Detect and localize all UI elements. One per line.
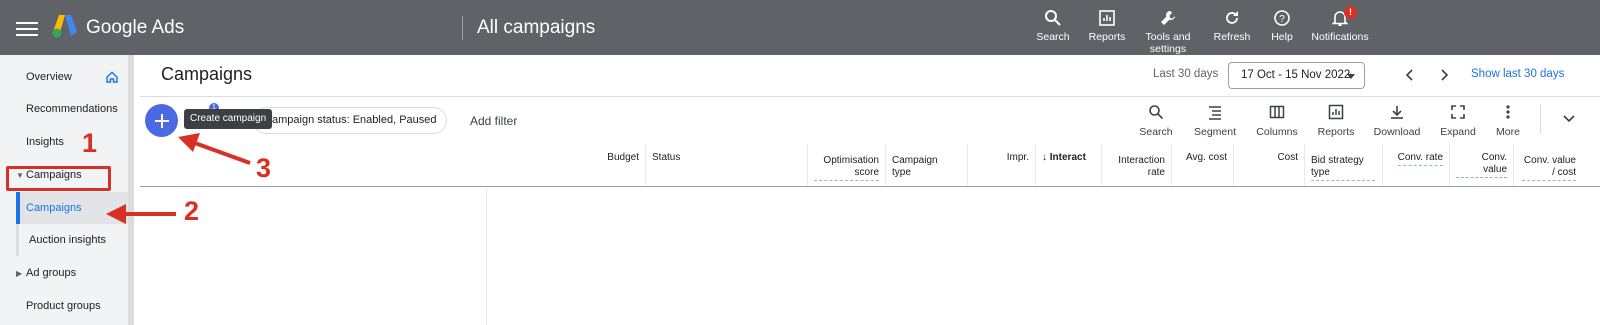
search-icon bbox=[1149, 105, 1164, 120]
help-icon: ? bbox=[1274, 10, 1290, 26]
column-header-budget[interactable]: Budget bbox=[486, 144, 646, 186]
sidebar-item-recommendations[interactable]: Recommendations bbox=[0, 93, 128, 125]
table-left-rule bbox=[140, 186, 486, 187]
tool-search-button[interactable]: Search bbox=[1126, 104, 1186, 138]
tool-segment-button[interactable]: Segment bbox=[1185, 104, 1245, 138]
column-header-conv-value[interactable]: Conv. value bbox=[1450, 144, 1514, 186]
sidebar-item-auction-insights[interactable]: Auction insights bbox=[16, 224, 128, 256]
columns-icon bbox=[1269, 105, 1285, 119]
notification-badge: ! bbox=[1344, 6, 1357, 19]
column-header-status[interactable]: Status bbox=[646, 144, 808, 186]
search-icon bbox=[1045, 10, 1061, 26]
column-header-impressions[interactable]: Impr. bbox=[968, 144, 1036, 186]
toolbar-divider bbox=[1540, 104, 1541, 134]
expand-icon bbox=[1451, 105, 1465, 119]
sidebar-item-insights[interactable]: Insights bbox=[0, 126, 128, 158]
chevron-right-icon[interactable] bbox=[1436, 67, 1452, 83]
campaign-status-filter-chip[interactable]: ampaign status: Enabled, Paused bbox=[253, 107, 447, 134]
header-divider bbox=[140, 96, 1600, 97]
more-vert-icon bbox=[1506, 105, 1510, 119]
create-campaign-button[interactable] bbox=[145, 104, 178, 137]
top-search-button[interactable]: Search bbox=[1036, 9, 1070, 44]
title-divider bbox=[462, 16, 463, 40]
sidebar-item-ad-groups[interactable]: ▶ Ad groups bbox=[0, 257, 128, 289]
column-header-cost[interactable]: Cost bbox=[1234, 144, 1305, 186]
top-help-button[interactable]: ? Help bbox=[1267, 9, 1297, 44]
create-campaign-tooltip: Create campaign bbox=[184, 109, 273, 129]
column-header-campaign-type[interactable]: Campaign type bbox=[886, 144, 968, 186]
column-header-optimisation-score[interactable]: Optimisation score bbox=[808, 144, 886, 186]
home-icon bbox=[106, 71, 118, 83]
annotation-number-2: 2 bbox=[184, 196, 200, 226]
annotation-highlight-box bbox=[6, 166, 111, 191]
top-notifications-button[interactable]: Notifications ! bbox=[1308, 6, 1372, 44]
top-tools-settings-button[interactable]: Tools and settings bbox=[1138, 9, 1198, 55]
chevron-down-icon[interactable] bbox=[1562, 112, 1576, 126]
table-column-divider bbox=[486, 187, 487, 325]
sidebar-item-campaigns[interactable]: Campaigns bbox=[16, 192, 128, 224]
annotation-number-3: 3 bbox=[256, 153, 272, 183]
column-header-interaction-rate[interactable]: Interaction rate bbox=[1102, 144, 1172, 186]
dropdown-arrow-icon bbox=[1347, 74, 1355, 79]
hamburger-menu-icon[interactable] bbox=[16, 18, 38, 38]
sidebar-item-overview[interactable]: Overview bbox=[0, 61, 128, 93]
reports-icon bbox=[1328, 104, 1344, 120]
date-range-picker[interactable]: 17 Oct - 15 Nov 2022 bbox=[1228, 62, 1365, 89]
reports-icon bbox=[1099, 10, 1115, 26]
tool-download-button[interactable]: Download bbox=[1367, 104, 1427, 138]
column-header-conv-value-per-cost[interactable]: Conv. value / cost bbox=[1514, 144, 1582, 186]
top-reports-button[interactable]: Reports bbox=[1087, 9, 1127, 44]
show-last-30-days-link[interactable]: Show last 30 days bbox=[1471, 68, 1564, 80]
brand-name: Google Ads bbox=[86, 17, 185, 38]
column-header-bid-strategy-type[interactable]: Bid strategy type bbox=[1305, 144, 1383, 186]
date-range-label: Last 30 days bbox=[1153, 68, 1219, 80]
column-header-conv-rate[interactable]: Conv. rate bbox=[1383, 144, 1450, 186]
tool-columns-button[interactable]: Columns bbox=[1247, 104, 1307, 138]
google-ads-logo-icon bbox=[52, 15, 77, 38]
tool-more-button[interactable]: More bbox=[1478, 104, 1538, 138]
segment-icon bbox=[1209, 106, 1221, 120]
caret-right-icon: ▶ bbox=[16, 268, 23, 278]
chevron-left-icon[interactable] bbox=[1402, 67, 1418, 83]
refresh-icon bbox=[1226, 11, 1238, 24]
content-title: Campaigns bbox=[161, 64, 253, 84]
top-refresh-button[interactable]: Refresh bbox=[1212, 9, 1252, 44]
tool-reports-button[interactable]: Reports bbox=[1306, 104, 1366, 138]
wrench-icon bbox=[1161, 11, 1175, 25]
sidebar-item-product-groups[interactable]: Product groups bbox=[0, 290, 128, 322]
svg-text:?: ? bbox=[1279, 14, 1285, 25]
arrow-down-icon: ↓ bbox=[1042, 152, 1050, 163]
page-header-title: All campaigns bbox=[477, 17, 596, 38]
add-filter-button[interactable]: Add filter bbox=[470, 114, 517, 128]
annotation-arrow-3 bbox=[178, 133, 251, 165]
download-icon bbox=[1391, 106, 1403, 119]
column-header-avg-cost[interactable]: Avg. cost bbox=[1172, 144, 1234, 186]
annotation-number-1: 1 bbox=[82, 128, 98, 158]
table-header: Budget Status Optimisation score Campaig… bbox=[486, 144, 1600, 187]
column-header-interactions[interactable]: ↓ Interact bbox=[1036, 144, 1102, 186]
